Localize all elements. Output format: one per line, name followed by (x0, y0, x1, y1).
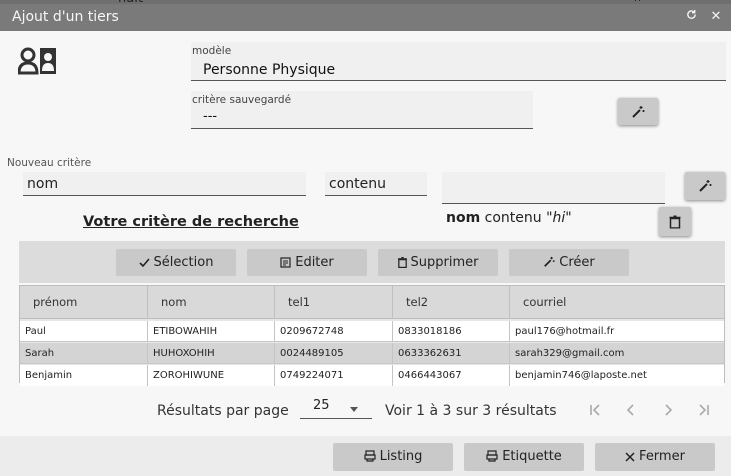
criterion-operator-select[interactable]: contenu (325, 172, 427, 196)
cell-tel2: 0466443067 (393, 365, 510, 386)
cell-courriel: sarah329@gmail.com (515, 348, 625, 359)
label-label: Etiquette (502, 449, 562, 464)
dialog-footer: Listing Etiquette Fermer (0, 436, 731, 476)
check-icon (138, 258, 150, 268)
edit-label: Editer (295, 255, 334, 270)
add-third-party-dialog: Ajout d'un tiers ✕ modèle Personne Physi… (0, 4, 731, 476)
listing-label: Listing (379, 449, 423, 464)
cell-courriel: benjamin746@laposte.net (515, 370, 647, 381)
cell-tel1: 0024489105 (275, 343, 393, 364)
dialog-title: Ajout d'un tiers (12, 9, 119, 25)
results-table: prénom nom tel1 tel2 courriel Paul ETIBO… (19, 285, 725, 386)
page-size-value: 25 (313, 398, 330, 413)
close-icon (625, 452, 635, 462)
cell-nom: ETIBOWAHIH (148, 321, 275, 342)
table-action-bar: Sélection Editer Supprimer Créer (19, 241, 725, 283)
next-page-icon[interactable] (656, 398, 680, 422)
refresh-icon[interactable] (682, 8, 700, 26)
criterion-summary-field: nom (446, 210, 481, 226)
search-criterion-title[interactable]: Votre critère de recherche (83, 214, 299, 230)
criterion-value-input[interactable] (442, 172, 665, 204)
cell-prenom: Benjamin (20, 365, 148, 386)
magic-wand-button[interactable] (618, 98, 658, 125)
dialog-content: modèle Personne Physique critère sauvega… (0, 31, 731, 436)
modele-value: Personne Physique (203, 62, 336, 78)
modele-label: modèle (192, 45, 232, 57)
close-button[interactable]: Fermer (595, 443, 715, 471)
table-row[interactable]: Benjamin ZOROHIWUNE 0749224071 046644306… (20, 365, 724, 386)
saved-criterion-value: --- (203, 109, 218, 124)
trash-icon (669, 215, 681, 228)
person-card-icon (18, 47, 56, 75)
magic-wand-icon (544, 256, 555, 267)
print-label-icon (486, 450, 498, 462)
print-list-icon (363, 450, 376, 462)
new-criterion-label: Nouveau critère (7, 157, 92, 169)
add-criterion-button[interactable] (685, 172, 725, 200)
delete-label: Supprimer (410, 255, 479, 270)
column-header-tel2[interactable]: tel2 (393, 286, 510, 319)
first-page-icon[interactable] (583, 398, 607, 422)
dialog-titlebar[interactable]: Ajout d'un tiers ✕ (0, 4, 731, 31)
selection-button[interactable]: Sélection (116, 249, 236, 276)
column-header-tel1[interactable]: tel1 (275, 286, 393, 319)
last-page-icon[interactable] (692, 398, 716, 422)
cell-prenom: Sarah (20, 343, 148, 364)
close-label: Fermer (639, 449, 685, 464)
saved-criterion-label: critère sauvegardé (192, 94, 292, 106)
document-icon (280, 257, 291, 268)
cell-tel2: 0633362631 (393, 343, 510, 364)
cell-courriel: paul176@hotmail.fr (515, 326, 615, 337)
cell-nom: ZOROHIWUNE (148, 365, 275, 386)
criterion-field-select[interactable]: nom (23, 172, 306, 196)
dropdown-arrow-icon (350, 407, 358, 412)
results-summary: Voir 1 à 3 sur 3 résultats (385, 403, 557, 419)
edit-button[interactable]: Editer (247, 249, 367, 276)
create-label: Créer (559, 255, 595, 270)
page-size-select[interactable]: 25 (300, 398, 372, 419)
cell-nom: HUHOXOHIH (148, 343, 275, 364)
page-size-label: Résultats par page (157, 403, 289, 419)
cell-tel1: 0209672748 (275, 321, 393, 342)
close-icon[interactable]: ✕ (707, 8, 725, 26)
listing-button[interactable]: Listing (333, 443, 453, 471)
magic-wand-icon (699, 180, 712, 192)
delete-button[interactable]: Supprimer (378, 249, 498, 276)
table-row-selected[interactable]: Sarah HUHOXOHIH 0024489105 0633362631 sa… (20, 343, 724, 364)
table-header: prénom nom tel1 tel2 courriel (20, 286, 724, 319)
selection-label: Sélection (153, 255, 214, 270)
cell-tel2: 0833018186 (393, 321, 510, 342)
criterion-summary: nom contenu "hi" (446, 210, 572, 226)
cell-prenom: Paul (20, 321, 148, 342)
column-header-courriel[interactable]: courriel (510, 286, 724, 319)
table-row[interactable]: Paul ETIBOWAHIH 0209672748 0833018186 pa… (20, 321, 724, 342)
criterion-summary-value: "hi" (546, 210, 572, 226)
criterion-summary-operator: contenu (484, 210, 542, 226)
create-button[interactable]: Créer (509, 249, 629, 276)
trash-icon (397, 257, 407, 269)
previous-page-icon[interactable] (619, 398, 643, 422)
cell-tel1: 0749224071 (275, 365, 393, 386)
column-header-nom[interactable]: nom (148, 286, 275, 319)
label-button[interactable]: Etiquette (464, 443, 584, 471)
delete-criterion-button[interactable] (659, 207, 691, 236)
magic-wand-icon (632, 105, 645, 118)
modele-select[interactable]: modèle Personne Physique (191, 42, 726, 81)
column-header-prenom[interactable]: prénom (20, 286, 148, 319)
saved-criterion-select[interactable]: critère sauvegardé --- (191, 91, 533, 129)
